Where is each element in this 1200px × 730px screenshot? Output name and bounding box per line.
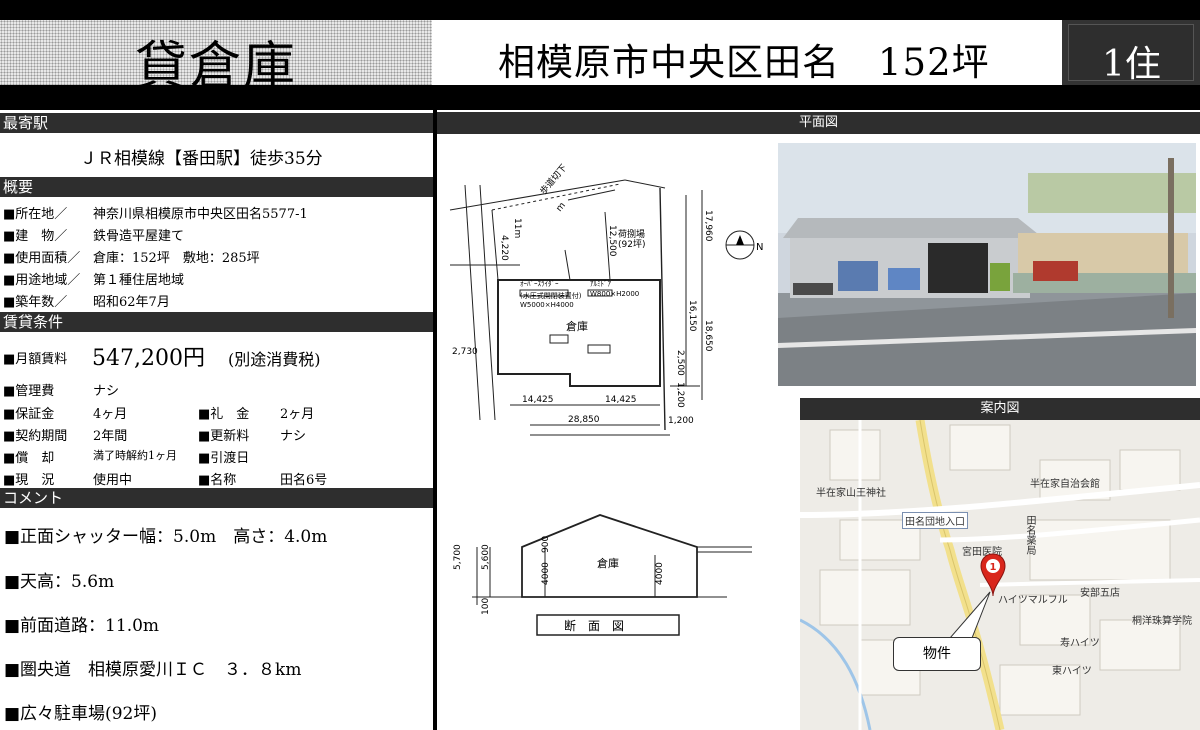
map-label-junction: 田名団地入口	[902, 512, 968, 529]
comment-item: ■広々駐車場(92坪)	[4, 704, 157, 724]
section-h3: 4000	[541, 562, 551, 585]
north-arrow-icon	[736, 235, 744, 245]
dim-tail: 1,200	[668, 416, 694, 426]
dim-left-top: 4,220	[499, 235, 509, 261]
comment-item: ■圏央道 相模原愛川ＩＣ ３．８km	[4, 660, 302, 680]
comment-item: ■天高：5.6m	[4, 572, 115, 592]
shutter1-size: W5000×H4000	[520, 301, 574, 309]
section-h1: 5,700	[453, 544, 463, 570]
dim-r4: 2,500	[675, 350, 685, 376]
info-panel: 最寄駅 ＪＲ相模線【番田駅】徒歩35分 概要 ■所在地／ 神奈川県相模原市中央区…	[0, 110, 433, 730]
header-location-box: 相模原市中央区田名 152坪	[432, 20, 1062, 85]
header-type-box: 貸倉庫	[0, 20, 432, 97]
dim-top: 17,960	[703, 210, 713, 242]
comment-item: ■正面シャッター幅：5.0m 高さ：4.0m	[4, 527, 328, 547]
map-label-school: 桐洋珠算学院	[1132, 616, 1192, 627]
warehouse-photo-image	[778, 143, 1196, 386]
dim-r3: 1,200	[675, 382, 685, 408]
section-station: 最寄駅	[0, 113, 433, 133]
section-summary: 概要	[0, 177, 433, 197]
floor-plan-drawing: 歩道切下 m 11m 荷捌場 (92坪) 12,500 ｵｰﾊﾞｰｽﾗｲﾀﾞｰ …	[449, 162, 763, 436]
shutter2-size: W800×H2000	[590, 290, 639, 298]
shutter1-label: ｵｰﾊﾞｰｽﾗｲﾀﾞｰ	[520, 280, 559, 288]
section-area-map: 案内図	[800, 398, 1200, 420]
comment-item: ■前面道路：11.0m	[4, 616, 160, 636]
zone-title: 1住	[1102, 44, 1161, 85]
map-label-pharmacy: 田名薬局	[1024, 515, 1035, 555]
section-title: 断 面 図	[564, 618, 624, 633]
parking-area: (92坪)	[618, 239, 645, 250]
shutter1-note: (水圧式開閉装置付)	[520, 291, 582, 300]
map-label-heights1: 寿ハイツ	[1060, 638, 1100, 649]
section-h2: 5,600	[481, 544, 491, 570]
dim-b2: 14,425	[605, 395, 637, 405]
dim-total: 28,850	[568, 415, 600, 425]
dim-r1: 16,150	[687, 300, 697, 332]
road-width: 11m	[512, 218, 522, 238]
shutter2-label: ｱﾙﾐﾄﾞｱ	[590, 280, 611, 288]
monthly-rent-value: 547,200円	[92, 346, 205, 371]
location-title: 相模原市中央区田名 152坪	[498, 41, 990, 84]
north-label: N	[756, 242, 763, 253]
sidewalk-length: m	[555, 201, 568, 214]
section-h4: 900	[541, 536, 551, 553]
section-comment: コメント	[0, 488, 433, 508]
map-label-store: 安部五店	[1080, 588, 1120, 599]
map-label-heights2: 東ハイツ	[1052, 666, 1092, 677]
header-zone-box: 1住	[1062, 20, 1200, 85]
warehouse-label: 倉庫	[566, 319, 588, 333]
dim-mid: 12,500	[607, 225, 617, 257]
section-room: 倉庫	[597, 556, 619, 570]
dim-r2: 18,650	[703, 320, 713, 352]
dim-b1: 14,425	[522, 395, 554, 405]
section-drawing: 倉庫 5,700 5,600 4000 900 100 4000 断 面 図	[453, 514, 752, 636]
monthly-rent-label: ■月額賃料	[3, 352, 68, 367]
map-label-hall: 半在家自治会館	[1030, 479, 1100, 490]
property-callout: 物件	[893, 637, 981, 671]
top-band	[0, 0, 1200, 20]
section-rent-terms: 賃貸条件	[0, 312, 433, 332]
map-pin-number: 1	[990, 562, 997, 573]
sidewalk-label: 歩道切下	[537, 162, 569, 197]
parking-label: 荷捌場	[618, 228, 645, 240]
section-h5: 100	[481, 598, 491, 615]
section-h6: 4000	[655, 562, 665, 585]
section-floor-plan: 平面図	[437, 112, 1200, 134]
dim-left: 2,730	[452, 347, 478, 357]
map-label-building: ハイツマルフル	[998, 595, 1068, 606]
page-title: 貸倉庫	[135, 37, 298, 97]
map-label-shrine: 半在家山王神社	[816, 488, 886, 499]
station-text: ＪＲ相模線【番田駅】徒歩35分	[80, 149, 323, 169]
warehouse-photo	[778, 143, 1196, 386]
monthly-rent-tax: (別途消費税)	[228, 350, 321, 369]
